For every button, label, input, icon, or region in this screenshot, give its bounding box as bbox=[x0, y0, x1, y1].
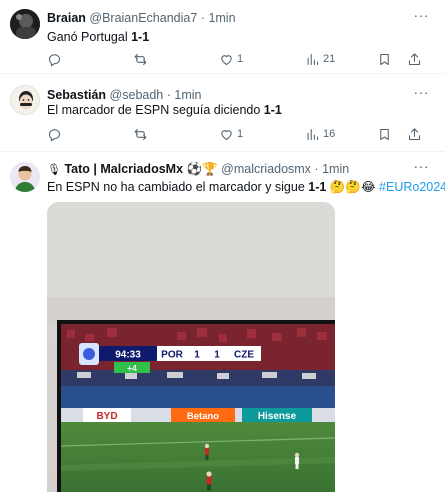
ad-byd: BYD bbox=[96, 411, 117, 422]
tweet-text-plain: En ESPN no ha cambiado el marcador y sig… bbox=[47, 180, 309, 194]
reply-icon bbox=[48, 128, 61, 141]
bookmark-icon bbox=[380, 128, 389, 140]
views-button[interactable]: 21 bbox=[305, 50, 335, 68]
retweet-button[interactable] bbox=[133, 50, 148, 68]
retweet-button[interactable] bbox=[133, 125, 148, 143]
handle[interactable]: @BraianEchandia7 bbox=[89, 11, 197, 25]
views-icon bbox=[307, 53, 319, 65]
match-clock: 94:33 bbox=[115, 350, 141, 361]
tweet-text-plain: El marcador de ESPN seguía diciendo bbox=[47, 103, 264, 117]
bookmark-button[interactable] bbox=[377, 50, 392, 68]
timestamp[interactable]: 1min bbox=[174, 88, 201, 102]
like-count: 1 bbox=[237, 128, 244, 140]
tweet-media-image[interactable]: BYD Betano Hisense 94:33 POR 1 1 CZE +4 bbox=[47, 202, 335, 492]
display-name[interactable]: Tato | MalcriadosMx bbox=[64, 162, 183, 176]
microphone-icon: 🎙 bbox=[47, 164, 61, 176]
home-score: 1 bbox=[194, 350, 200, 361]
tweet-text: En ESPN no ha cambiado el marcador y sig… bbox=[47, 179, 445, 195]
hashtag-link[interactable]: #EURo2024 bbox=[379, 180, 445, 194]
separator: · bbox=[166, 88, 171, 102]
views-icon bbox=[307, 128, 319, 140]
more-icon[interactable]: ··· bbox=[414, 158, 430, 174]
reply-icon bbox=[48, 53, 61, 66]
ad-betano: Betano bbox=[187, 411, 219, 422]
tweet-text-score: 1-1 bbox=[308, 180, 327, 194]
share-icon bbox=[408, 52, 421, 65]
tweet-emojis: 🤔🤔😂 bbox=[329, 180, 376, 194]
reply-button[interactable] bbox=[47, 50, 62, 68]
more-label: ··· bbox=[413, 84, 429, 100]
share-icon bbox=[408, 127, 421, 140]
tweet-text: El marcador de ESPN seguía diciendo 1-1 bbox=[47, 103, 282, 117]
name-emojis: ⚽🏆 bbox=[186, 162, 218, 176]
tweet-text-plain: Ganó Portugal bbox=[47, 30, 132, 44]
retweet-icon bbox=[134, 53, 147, 65]
reply-button[interactable] bbox=[47, 125, 62, 143]
retweet-icon bbox=[134, 128, 147, 140]
more-icon[interactable]: ··· bbox=[414, 7, 430, 23]
timestamp[interactable]: 1min bbox=[208, 11, 235, 25]
tweet-text: Ganó Portugal 1-1 bbox=[47, 30, 149, 44]
avatar[interactable] bbox=[10, 9, 40, 39]
more-label: ··· bbox=[413, 7, 429, 23]
like-count: 1 bbox=[237, 53, 244, 65]
tweet-braian[interactable]: Braian @BraianEchandia7 · 1min ··· Ganó … bbox=[0, 0, 445, 74]
tv-photo: BYD Betano Hisense 94:33 POR 1 1 CZE +4 bbox=[47, 202, 335, 492]
away-score: 1 bbox=[214, 350, 220, 361]
separator: · bbox=[200, 11, 205, 25]
like-icon bbox=[221, 129, 232, 140]
action-bar: 1 21 bbox=[47, 50, 422, 68]
handle[interactable]: @sebadh bbox=[110, 88, 164, 102]
like-icon bbox=[221, 54, 232, 65]
avatar[interactable] bbox=[10, 85, 40, 115]
tweet-text-score: 1-1 bbox=[263, 103, 282, 117]
like-button[interactable]: 1 bbox=[219, 125, 243, 143]
views-count: 21 bbox=[323, 53, 336, 65]
action-bar: 1 16 bbox=[47, 125, 422, 143]
more-icon[interactable]: ··· bbox=[414, 84, 430, 100]
handle[interactable]: @malcriadosmx bbox=[221, 162, 311, 176]
bookmark-button[interactable] bbox=[377, 125, 392, 143]
home-team: POR bbox=[161, 350, 183, 361]
views-button[interactable]: 16 bbox=[305, 125, 335, 143]
like-button[interactable]: 1 bbox=[219, 50, 243, 68]
display-name[interactable]: Braian bbox=[47, 11, 86, 25]
display-name[interactable]: Sebastián bbox=[47, 88, 106, 102]
views-count: 16 bbox=[323, 128, 336, 140]
added-time: +4 bbox=[127, 363, 137, 373]
tweet-sebastian[interactable]: Sebastián @sebadh · 1min ··· El marcador… bbox=[0, 74, 445, 152]
ad-hisense: Hisense bbox=[258, 411, 297, 422]
separator: · bbox=[314, 162, 319, 176]
more-label: ··· bbox=[413, 158, 429, 174]
avatar[interactable] bbox=[10, 162, 40, 192]
away-team: CZE bbox=[234, 350, 254, 361]
timestamp[interactable]: 1min bbox=[322, 162, 349, 176]
tweet-text-score: 1-1 bbox=[131, 30, 150, 44]
bookmark-icon bbox=[380, 53, 389, 65]
share-button[interactable] bbox=[407, 125, 422, 143]
share-button[interactable] bbox=[407, 50, 422, 68]
